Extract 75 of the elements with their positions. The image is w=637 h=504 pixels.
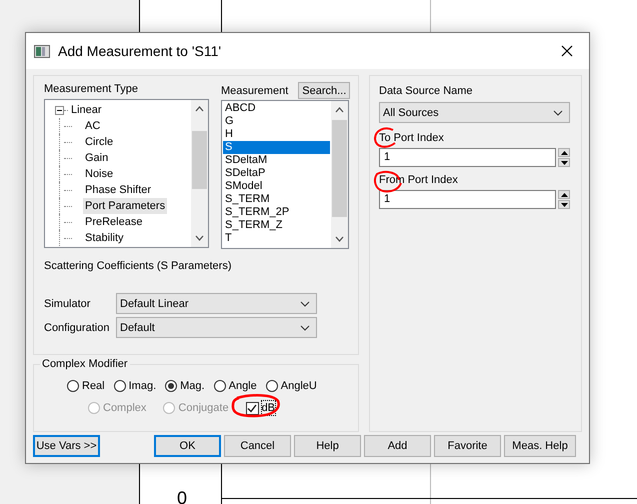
scrollbar[interactable] — [331, 101, 348, 248]
spin-control[interactable] — [558, 148, 570, 167]
tree-item[interactable]: Phase Shifter — [83, 182, 154, 198]
measurement-description: Scattering Coefficients (S Parameters) — [44, 260, 232, 272]
number-field[interactable]: 1 — [379, 148, 556, 167]
dialog-button[interactable]: Cancel — [224, 435, 291, 457]
option-label: AngleU — [280, 379, 317, 393]
option-label: Mag. — [180, 379, 205, 393]
scroll-up-icon[interactable] — [335, 107, 344, 113]
tree-item[interactable]: Port Parameters — [83, 198, 168, 214]
option-label: Real — [82, 379, 105, 393]
dialog-button[interactable]: Favorite — [434, 435, 501, 457]
radio-button[interactable] — [214, 380, 226, 392]
list-item[interactable]: H — [223, 128, 330, 141]
axis-label: 0 — [177, 488, 188, 504]
radio-button[interactable] — [114, 380, 126, 392]
down-arrow-icon[interactable] — [560, 160, 568, 164]
dropdown[interactable]: Default Linear — [116, 293, 317, 314]
close-icon — [561, 45, 573, 57]
group-title: Complex Modifier — [40, 357, 130, 372]
dialog-button[interactable]: Help — [294, 435, 361, 457]
checkbox[interactable] — [246, 402, 259, 414]
option-label: dB — [262, 401, 276, 415]
measurement-label: Measurement — [221, 84, 288, 98]
window-title: Add Measurement to 'S11' — [58, 43, 222, 59]
list-item[interactable]: G — [223, 115, 330, 128]
down-arrow-icon[interactable] — [560, 202, 568, 206]
list-item[interactable]: SDeltaM — [223, 154, 330, 167]
option-label: Complex — [103, 401, 146, 415]
list-item[interactable]: T — [223, 232, 330, 245]
radio-button[interactable] — [266, 380, 278, 392]
tree-item[interactable]: Circle — [83, 134, 116, 150]
app-icon — [34, 44, 50, 58]
up-arrow-icon[interactable] — [560, 150, 568, 154]
option-label: Imag. — [128, 379, 156, 393]
dialog-button[interactable]: Add — [364, 435, 431, 457]
list-item[interactable]: S_TERM — [223, 193, 330, 206]
search-button[interactable]: Search... — [298, 82, 350, 99]
list-item[interactable]: SModel — [223, 180, 330, 193]
tree-item[interactable]: Linear — [69, 102, 104, 118]
measurement-list[interactable]: ABCD G H S SDeltaM SDeltaP SModel S_TERM S_TERM_2P S_TERM_Z T — [221, 100, 349, 249]
tree-item[interactable]: PreRelease — [83, 214, 144, 230]
dropdown[interactable]: Default — [116, 317, 317, 338]
scroll-down-icon[interactable] — [195, 235, 204, 241]
option-label: Conjugate — [178, 401, 229, 415]
radio-button[interactable] — [165, 380, 178, 392]
list-item[interactable]: S_TERM_2P — [223, 206, 330, 219]
list-item[interactable]: S — [223, 141, 330, 154]
radio-button[interactable] — [67, 380, 79, 392]
dialog-button[interactable]: OK — [154, 435, 221, 457]
tree-item[interactable]: Gain — [83, 150, 110, 166]
measurement-type-label: Measurement Type — [44, 82, 139, 96]
list-item[interactable]: SDeltaP — [223, 167, 330, 180]
tree-item[interactable]: Noise — [83, 166, 116, 182]
option-label: Angle — [228, 379, 257, 393]
up-arrow-icon[interactable] — [560, 192, 568, 196]
tree-item[interactable]: AC — [83, 118, 102, 134]
dialog-button[interactable]: Meas. Help — [504, 435, 576, 457]
list-item[interactable]: S_TERM_Z — [223, 219, 330, 232]
measurement-type-tree[interactable]: Linear AC Circle Gain Noise Phase Shifter Port Parameters PreRelease Stability — [44, 99, 209, 248]
number-field[interactable]: 1 — [379, 190, 556, 209]
scrollbar[interactable] — [191, 100, 208, 247]
list-item[interactable]: ABCD — [223, 102, 330, 115]
field-label: Data Source Name — [379, 85, 473, 97]
spin-control[interactable] — [558, 190, 570, 209]
field-label: Configuration — [44, 320, 110, 334]
field-label: Simulator — [44, 296, 90, 310]
field-label: To Port Index — [379, 132, 444, 144]
dialog-button[interactable]: Use Vars >> — [33, 435, 100, 457]
tree-item[interactable]: Stability — [83, 230, 126, 246]
dropdown[interactable]: All Sources — [379, 102, 570, 123]
scroll-down-icon[interactable] — [335, 236, 344, 242]
collapse-icon[interactable] — [55, 106, 64, 114]
field-label: From Port Index — [379, 174, 458, 186]
scroll-up-icon[interactable] — [195, 106, 204, 112]
